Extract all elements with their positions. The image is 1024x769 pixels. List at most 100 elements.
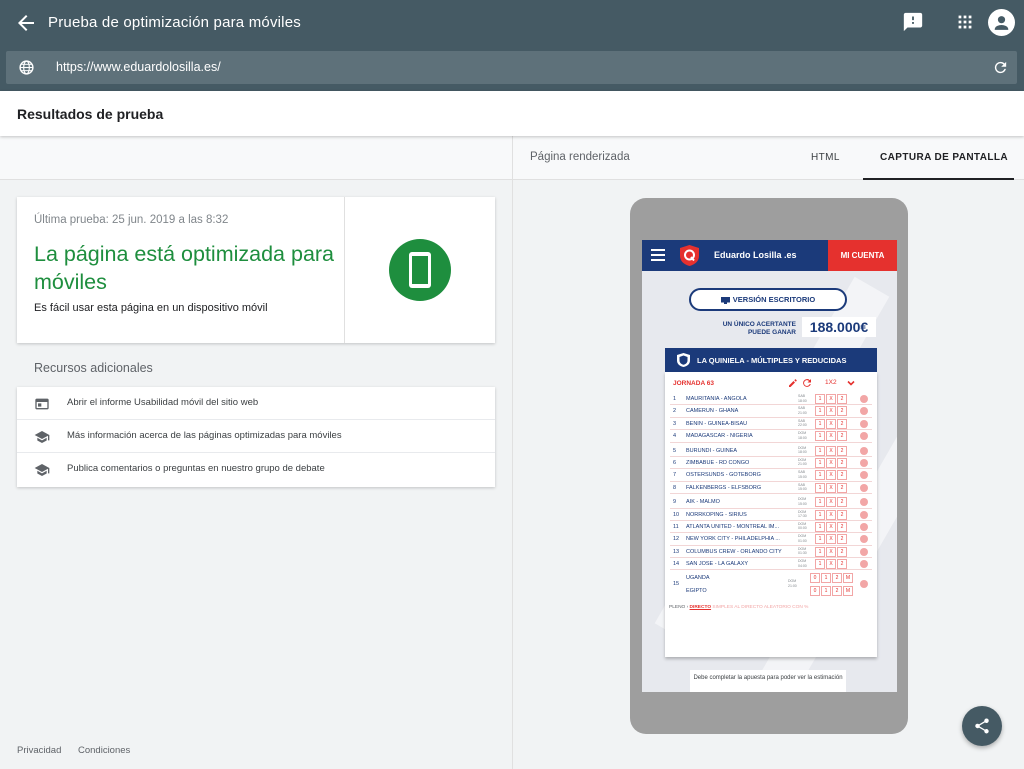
sign-cell: 1 [815,497,825,508]
shield-icon [677,353,690,367]
info-icon [860,407,868,416]
match-row: 1 MAURITANIA - ANGOLA SAB 18:00 1 X 2 [670,393,872,406]
sign-cell: 1 [815,546,825,557]
resource-label[interactable]: Publica comentarios o preguntas en nuest… [67,463,325,474]
sign-cell: 2 [837,445,847,456]
sign-cell: 2 [837,406,847,417]
prize-label-line: UN ÚNICO ACERTANTE [722,321,796,328]
desktop-version-label: VERSIÓN ESCRITORIO [732,295,816,304]
match-day: DOM [798,445,807,450]
pleno-home-cells: 012M [810,573,854,584]
terms-link[interactable]: Condiciones [78,745,130,756]
match-row: 5 BURUNDI - GUINEA DOM 18:00 1 X 2 [670,445,872,457]
resources-title: Recursos adicionales [34,361,153,375]
info-icon [860,498,868,507]
tab-screenshot[interactable]: CAPTURA DE PANTALLA [863,136,1014,180]
match-day: DOM [798,431,807,436]
match-teams: BENIN - GUINEA-BISÁU [686,420,748,427]
ticket-tools: 1X2 [789,378,873,389]
tab-html[interactable]: HTML [811,152,840,163]
results-title: Resultados de prueba [17,106,164,122]
phone-frame: Eduardo Losilla .es MI CUENTA VERSIÓN ES… [630,198,908,734]
match-datetime: SAB 15:00 [798,483,814,492]
sign-cells: 1X2 [815,559,848,570]
sign-cell: 1 [815,418,825,429]
match-number: 13 [673,548,680,555]
hamburger-menu-icon [651,249,665,261]
sign-cell: 2 [837,482,847,493]
resource-learn-more[interactable]: Más información acerca de las páginas op… [17,420,495,453]
sign-cell: 1 [815,559,825,570]
match-time: 04:00 [798,563,807,568]
site-logo-icon [680,245,699,266]
info-icon [860,419,868,428]
match-number: 6 [673,459,677,466]
sign-cell: X [826,431,836,442]
sign-cell: X [826,418,836,429]
pleno-cell: 1 [821,586,831,597]
match-teams: MAURITANIA - ANGOLA [686,396,747,402]
sign-cells: 1X2 [815,521,848,532]
match-row: 7 OSTERSUNDS - GOTEBORG SAB 15:00 1 X 2 [670,469,872,482]
sign-cell: 2 [837,559,847,570]
match-datetime: DOM 15:00 [798,497,814,506]
match-number: 12 [673,536,680,543]
sign-cell: 2 [837,418,847,429]
site-name: Eduardo Losilla .es [714,250,797,260]
info-icon [860,458,868,467]
sign-cells: 1X2 [815,394,848,404]
refresh-icon [803,379,811,387]
match-day: DOM [798,534,807,539]
url-bar[interactable]: https://www.eduardolosilla.es/ [6,51,1017,84]
url-text[interactable]: https://www.eduardolosilla.es/ [56,60,221,74]
info-icon [860,432,868,441]
match-row: 3 BENIN - GUINEA-BISÁU SAB 22:00 1 X 2 [670,418,872,431]
sign-cell: 2 [837,431,847,442]
sign-cells: 1X2 [815,418,848,429]
apps-icon[interactable] [954,11,976,33]
sign-cell: 1 [815,521,825,532]
pleno-away-cells: 012M [810,586,854,597]
match-day: SAB [798,394,806,398]
footer-links: Privacidad Condiciones [17,745,144,756]
arrow-back-icon[interactable] [14,11,38,35]
info-icon [860,580,868,589]
sign-cell: 1 [815,431,825,442]
match-day: DOM [798,497,807,502]
match-teams: NORRKOPING - SIRIUS [686,511,747,518]
match-time: 21:00 [798,462,807,467]
pleno-cell: 0 [810,586,820,597]
match-teams: BURUNDI - GUINEA [686,447,738,454]
match-row: 12 NEW YORK CITY - PHILADELPHIA ... DOM 01:… [670,533,872,546]
resource-label[interactable]: Más información acerca de las páginas op… [67,430,342,441]
site-header: Eduardo Losilla .es MI CUENTA [642,240,897,271]
account-avatar[interactable] [988,9,1015,36]
info-icon [860,510,868,519]
feedback-icon[interactable] [902,11,924,33]
sign-cells: 1X2 [815,406,848,417]
ticket-title: LA QUINIELA - MÚLTIPLES Y REDUCIDAS [697,356,847,365]
resource-usability-report[interactable]: Abrir el informe Usabilidad móvil del si… [17,387,495,420]
pleno-cell: 0 [810,573,820,584]
sign-cell: 2 [837,497,847,508]
match-number: 1 [673,396,677,402]
resource-discussion-group[interactable]: Publica comentarios o preguntas en nuest… [17,453,495,486]
match-row: 8 FALKENBERGS - ELFSBORG SAB 15:00 1 X 2 [670,482,872,495]
resource-label[interactable]: Abrir el informe Usabilidad móvil del si… [67,397,258,408]
globe-icon [19,60,34,75]
info-icon [860,547,868,556]
card-divider [344,197,345,343]
reload-icon[interactable] [992,59,1009,76]
pleno-cell: M [843,573,853,584]
resources-list: Abrir el informe Usabilidad móvil del si… [17,387,495,487]
rendered-page-label: Página renderizada [530,151,630,163]
info-icon [860,483,868,492]
share-button[interactable] [962,706,1002,746]
match-time: 21:00 [798,410,807,415]
match-day: SAB [798,470,806,475]
match-teams: OSTERSUNDS - GOTEBORG [686,472,761,479]
match-teams: AIK - MALMO [686,499,720,506]
privacy-link[interactable]: Privacidad [17,745,61,756]
right-panel: Página renderizada HTML CAPTURA DE PANTA… [512,136,1024,769]
match-teams: ZIMBABUE - RD CONGO [686,459,750,466]
